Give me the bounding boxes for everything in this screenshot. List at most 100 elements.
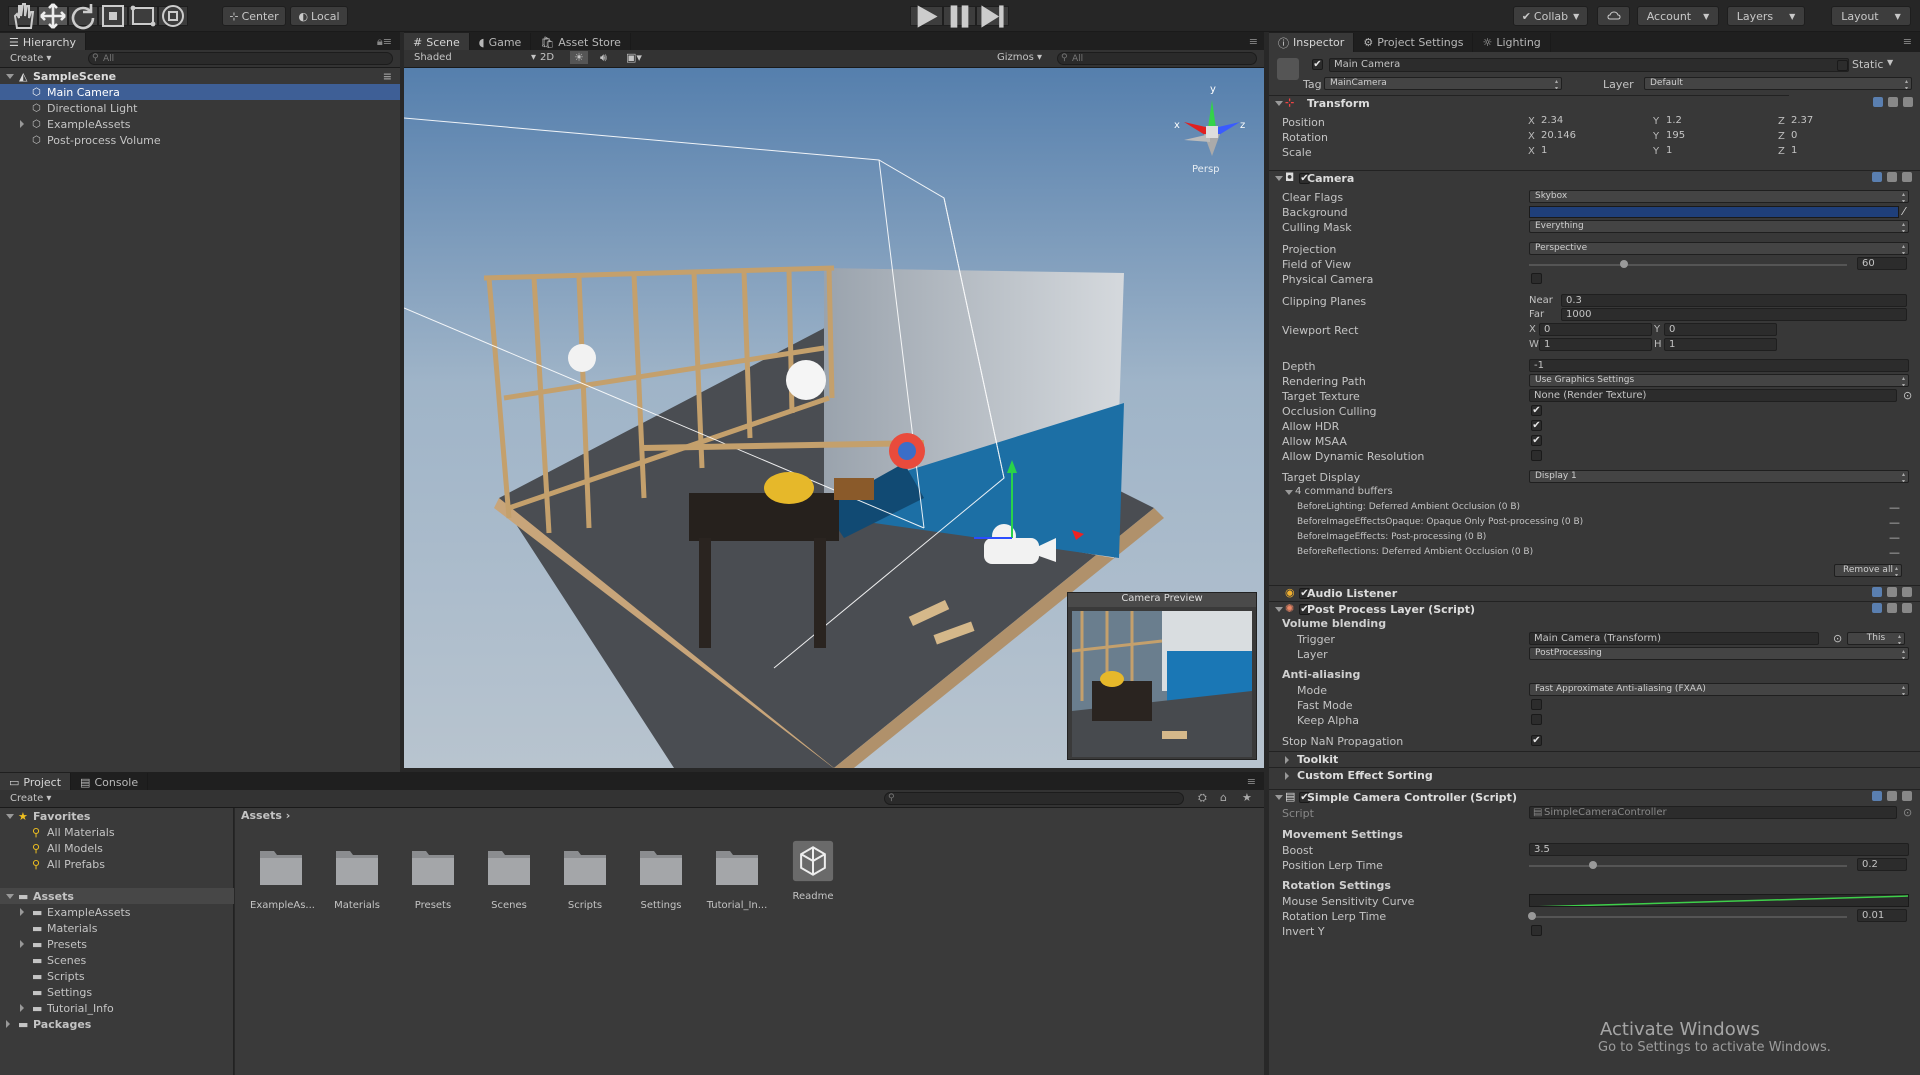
expand-arrow-icon[interactable] <box>20 908 24 916</box>
expand-arrow-icon[interactable] <box>20 1004 24 1012</box>
script-field[interactable]: ▤ SimpleCameraController <box>1529 806 1897 819</box>
gameobject-name-field[interactable]: Main Camera <box>1329 58 1849 72</box>
expand-arrow-icon[interactable] <box>1275 607 1283 612</box>
target-display-dropdown[interactable]: Display 1 <box>1529 470 1909 483</box>
position-lerp-slider-knob[interactable] <box>1589 861 1597 869</box>
favorite-star-icon[interactable]: ★ <box>1242 791 1252 804</box>
expand-arrow-icon[interactable] <box>6 814 14 819</box>
asset-grid-item-scripts[interactable]: Scripts <box>554 845 616 911</box>
clear-flags-dropdown[interactable]: Skybox <box>1529 190 1909 203</box>
cloud-button[interactable] <box>1597 6 1630 26</box>
panel-menu-icon[interactable]: ≡ <box>1247 775 1256 788</box>
filter-type-icon[interactable]: ⛭ <box>1198 791 1207 805</box>
expand-arrow-icon[interactable] <box>1285 756 1289 764</box>
trigger-field[interactable]: Main Camera (Transform) <box>1529 632 1819 645</box>
2d-mode-toggle[interactable]: 2D <box>540 52 554 63</box>
transform-rotation-z[interactable]: 0 <box>1787 130 1882 143</box>
toolkit-foldout[interactable]: Toolkit <box>1269 751 1920 767</box>
background-color-swatch[interactable] <box>1529 206 1899 218</box>
pivot-center-toggle[interactable]: ⊹ Center <box>222 6 286 26</box>
help-icon[interactable] <box>1872 587 1882 597</box>
chevron-down-icon[interactable]: ▼ <box>1887 58 1893 67</box>
remove-command-buffer-icon[interactable]: — <box>1889 546 1900 559</box>
occlusion-culling-checkbox[interactable]: ✔ <box>1531 405 1542 416</box>
culling-mask-dropdown[interactable]: Everything <box>1529 220 1909 233</box>
expand-arrow-icon[interactable] <box>1275 176 1283 181</box>
filter-label-icon[interactable]: ⌂ <box>1220 791 1227 804</box>
tab-project-settings[interactable]: ⚙ Project Settings <box>1354 33 1474 52</box>
viewport-w-field[interactable]: 1 <box>1539 338 1652 351</box>
fov-slider-track[interactable] <box>1529 264 1847 266</box>
expand-arrow-icon[interactable] <box>20 120 24 128</box>
pivot-space-toggle[interactable]: ◐ Local <box>290 6 348 26</box>
custom-effect-sorting-foldout[interactable]: Custom Effect Sorting <box>1269 767 1920 783</box>
simple-camera-controller-component-header[interactable]: ▤ ✔ Simple Camera Controller (Script) <box>1269 789 1920 805</box>
scene-search-input[interactable]: ⚲ All <box>1057 52 1257 65</box>
help-icon[interactable] <box>1873 97 1883 107</box>
preset-icon[interactable] <box>1888 97 1898 107</box>
object-picker-icon[interactable]: ⊙ <box>1903 806 1912 819</box>
scale-tool-button[interactable] <box>98 5 128 27</box>
hierarchy-item-main-camera[interactable]: ⬡ Main Camera <box>0 84 400 100</box>
transform-position-y[interactable]: 1.2 <box>1662 115 1757 128</box>
gear-icon[interactable] <box>1902 587 1912 597</box>
perspective-label[interactable]: Persp <box>1192 164 1220 175</box>
gear-icon[interactable] <box>1902 791 1912 801</box>
preset-icon[interactable] <box>1887 172 1897 182</box>
expand-arrow-icon[interactable] <box>1275 795 1283 800</box>
boost-field[interactable]: 3.5 <box>1529 843 1909 856</box>
help-icon[interactable] <box>1872 603 1882 613</box>
stop-nan-checkbox[interactable]: ✔ <box>1531 735 1542 746</box>
expand-arrow-icon[interactable] <box>6 894 14 899</box>
hierarchy-item-example-assets[interactable]: ⬡ ExampleAssets <box>0 116 400 132</box>
collab-dropdown[interactable]: ✔ Collab ▼ <box>1513 6 1588 26</box>
transform-position-x[interactable]: 2.34 <box>1537 115 1632 128</box>
invert-y-checkbox[interactable] <box>1531 925 1542 936</box>
transform-tool-button[interactable] <box>158 5 188 27</box>
physical-camera-checkbox[interactable] <box>1531 273 1542 284</box>
asset-grid-item-tutorial-info[interactable]: Tutorial_In... <box>706 845 768 911</box>
viewport-y-field[interactable]: 0 <box>1664 323 1777 336</box>
fov-value-field[interactable]: 60 <box>1857 257 1907 270</box>
transform-position-z[interactable]: 2.37 <box>1787 115 1882 128</box>
layers-dropdown[interactable]: Layers ▼ <box>1727 6 1805 26</box>
allow-hdr-checkbox[interactable]: ✔ <box>1531 420 1542 431</box>
layer-dropdown[interactable]: Default <box>1644 77 1912 90</box>
mouse-sensitivity-curve-field[interactable] <box>1529 894 1909 907</box>
help-icon[interactable] <box>1872 791 1882 801</box>
transform-rotation-y[interactable]: 195 <box>1662 130 1757 143</box>
target-texture-field[interactable]: None (Render Texture) <box>1529 389 1897 402</box>
clipping-near-field[interactable]: 0.3 <box>1561 294 1907 307</box>
step-button[interactable] <box>976 4 1009 28</box>
preset-icon[interactable] <box>1887 603 1897 613</box>
hierarchy-item-post-process-volume[interactable]: ⬡ Post-process Volume <box>0 132 400 148</box>
layout-dropdown[interactable]: Layout ▼ <box>1831 6 1911 26</box>
post-process-layer-dropdown[interactable]: PostProcessing <box>1529 647 1909 660</box>
help-icon[interactable] <box>1872 172 1882 182</box>
expand-arrow-icon[interactable] <box>1285 772 1289 780</box>
transform-scale-x[interactable]: 1 <box>1537 145 1632 158</box>
expand-arrow-icon[interactable] <box>1285 490 1293 495</box>
asset-grid-item-materials[interactable]: Materials <box>326 845 388 911</box>
clipping-far-field[interactable]: 1000 <box>1561 308 1907 321</box>
allow-msaa-checkbox[interactable]: ✔ <box>1531 435 1542 446</box>
rotation-lerp-slider-knob[interactable] <box>1528 912 1536 920</box>
post-process-layer-component-header[interactable]: ✺ ✔ Post Process Layer (Script) <box>1269 601 1920 617</box>
scene-menu-icon[interactable]: ≡ <box>383 70 392 83</box>
fast-mode-checkbox[interactable] <box>1531 699 1542 710</box>
remove-command-buffer-icon[interactable]: — <box>1889 531 1900 544</box>
rotate-tool-button[interactable] <box>68 4 98 30</box>
expand-arrow-icon[interactable] <box>6 1020 10 1028</box>
gear-icon[interactable] <box>1902 603 1912 613</box>
keep-alpha-checkbox[interactable] <box>1531 714 1542 725</box>
expand-arrow-icon[interactable] <box>1275 101 1283 106</box>
transform-scale-y[interactable]: 1 <box>1662 145 1757 158</box>
preset-icon[interactable] <box>1887 587 1897 597</box>
static-checkbox[interactable] <box>1837 60 1848 71</box>
asset-grid-item-exampleassets[interactable]: ExampleAs... <box>250 845 315 911</box>
panel-menu-icon[interactable]: 🔒︎≡ <box>377 35 392 49</box>
hierarchy-item-directional-light[interactable]: ⬡ Directional Light <box>0 100 400 116</box>
shading-mode-dropdown[interactable]: Shaded ▾ <box>414 52 536 63</box>
remove-command-buffer-icon[interactable]: — <box>1889 516 1900 529</box>
hierarchy-search-input[interactable]: ⚲ All <box>88 52 393 65</box>
